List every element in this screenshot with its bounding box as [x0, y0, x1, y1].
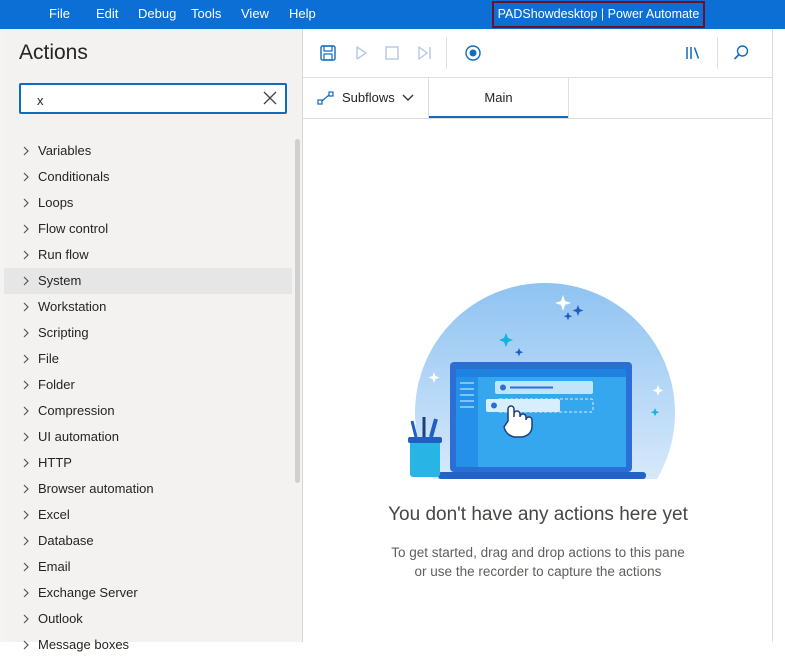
clear-icon[interactable]: [263, 91, 277, 105]
action-category-label: Conditionals: [38, 169, 110, 184]
chevron-right-icon: [23, 432, 29, 442]
empty-state-title: You don't have any actions here yet: [388, 504, 688, 525]
actions-pane-title: Actions: [19, 41, 88, 64]
chevron-right-icon: [23, 484, 29, 494]
subflows-label: Subflows: [342, 90, 395, 105]
chevron-right-icon: [23, 536, 29, 546]
action-category-label: Browser automation: [38, 481, 154, 496]
action-category-scripting[interactable]: Scripting: [4, 320, 292, 346]
chevron-right-icon: [23, 380, 29, 390]
action-category-label: Flow control: [38, 221, 109, 236]
action-category-label: Exchange Server: [38, 585, 138, 600]
action-category-label: Excel: [38, 507, 70, 522]
flow-tabs: Subflows Main: [303, 78, 773, 119]
action-category-browser-automation[interactable]: Browser automation: [4, 476, 292, 502]
action-category-label: HTTP: [38, 455, 72, 470]
action-category-label: Email: [38, 559, 71, 574]
chevron-right-icon: [23, 198, 29, 208]
action-category-label: Folder: [38, 377, 75, 392]
action-category-variables[interactable]: Variables: [4, 138, 292, 164]
action-category-excel[interactable]: Excel: [4, 502, 292, 528]
empty-state-illustration: [398, 283, 678, 483]
step-icon[interactable]: [414, 43, 434, 63]
toolbar-separator: [717, 37, 718, 69]
empty-state-hint-line1: To get started, drag and drop actions to…: [391, 545, 685, 560]
action-category-loops[interactable]: Loops: [4, 190, 292, 216]
action-category-label: Variables: [38, 143, 92, 158]
action-category-database[interactable]: Database: [4, 528, 292, 554]
action-category-workstation[interactable]: Workstation: [4, 294, 292, 320]
action-category-label: Outlook: [38, 611, 83, 626]
action-category-ui-automation[interactable]: UI automation: [4, 424, 292, 450]
actions-search-input[interactable]: [35, 89, 259, 111]
menu-debug[interactable]: Debug: [138, 0, 176, 29]
action-category-folder[interactable]: Folder: [4, 372, 292, 398]
chevron-right-icon: [23, 614, 29, 624]
designer-toolbar: [303, 29, 773, 78]
record-icon[interactable]: [463, 43, 483, 63]
search-icon[interactable]: [731, 43, 751, 63]
chevron-right-icon: [23, 250, 29, 260]
action-category-conditionals[interactable]: Conditionals: [4, 164, 292, 190]
action-category-outlook[interactable]: Outlook: [4, 606, 292, 632]
menu-view[interactable]: View: [241, 0, 269, 29]
tab-main[interactable]: Main: [429, 78, 569, 118]
chevron-right-icon: [23, 562, 29, 572]
run-icon[interactable]: [351, 43, 371, 63]
chevron-right-icon: [23, 276, 29, 286]
tab-main-label: Main: [484, 90, 513, 105]
active-tab-indicator: [429, 116, 568, 118]
action-category-label: Run flow: [38, 247, 89, 262]
menu-file[interactable]: File: [49, 0, 70, 29]
menu-edit[interactable]: Edit: [96, 0, 118, 29]
toolbar-separator: [446, 37, 447, 69]
action-category-system[interactable]: System: [4, 268, 292, 294]
action-category-email[interactable]: Email: [4, 554, 292, 580]
laptop-base: [438, 472, 646, 479]
menu-help[interactable]: Help: [289, 0, 316, 29]
action-category-label: System: [38, 273, 82, 288]
actions-search-box[interactable]: [19, 83, 287, 114]
variables-icon[interactable]: [683, 43, 703, 63]
empty-state-hint-line2: or use the recorder to capture the actio…: [414, 564, 662, 579]
stop-icon[interactable]: [382, 43, 402, 63]
chevron-right-icon: [23, 458, 29, 468]
action-category-compression[interactable]: Compression: [4, 398, 292, 424]
save-icon[interactable]: [318, 43, 338, 63]
actions-pane: Actions Variables Conditionals Loops Flow c…: [4, 29, 302, 652]
action-category-message-boxes[interactable]: Message boxes: [4, 632, 292, 658]
action-category-label: UI automation: [38, 429, 119, 444]
action-category-list: Variables Conditionals Loops Flow control Ru…: [4, 138, 292, 658]
action-category-run-flow[interactable]: Run flow: [4, 242, 292, 268]
action-category-label: Workstation: [38, 299, 107, 314]
menu-tools[interactable]: Tools: [191, 0, 221, 29]
action-category-exchange-server[interactable]: Exchange Server: [4, 580, 292, 606]
action-category-label: Message boxes: [38, 637, 130, 652]
chevron-right-icon: [23, 354, 29, 364]
chevron-right-icon: [23, 146, 29, 156]
actions-scrollbar[interactable]: [295, 139, 300, 483]
action-category-label: Loops: [38, 195, 74, 210]
action-category-file[interactable]: File: [4, 346, 292, 372]
chevron-right-icon: [23, 588, 29, 598]
action-category-label: Database: [38, 533, 94, 548]
action-category-http[interactable]: HTTP: [4, 450, 292, 476]
chevron-right-icon: [23, 302, 29, 312]
action-category-label: Compression: [38, 403, 115, 418]
action-category-label: File: [38, 351, 59, 366]
subflows-dropdown[interactable]: Subflows: [303, 78, 429, 118]
action-category-flow-control[interactable]: Flow control: [4, 216, 292, 242]
chevron-right-icon: [23, 406, 29, 416]
pencil-cup: [410, 441, 440, 477]
window-title: PADShowdesktop | Power Automate: [492, 1, 705, 28]
chevron-right-icon: [23, 328, 29, 338]
action-category-label: Scripting: [38, 325, 89, 340]
chevron-right-icon: [23, 224, 29, 234]
chevron-down-icon: [402, 94, 414, 101]
chevron-right-icon: [23, 510, 29, 520]
chevron-right-icon: [23, 172, 29, 182]
menu-bar: File Edit Debug Tools View Help PADShowd…: [0, 0, 785, 29]
subflows-icon: [317, 91, 334, 105]
